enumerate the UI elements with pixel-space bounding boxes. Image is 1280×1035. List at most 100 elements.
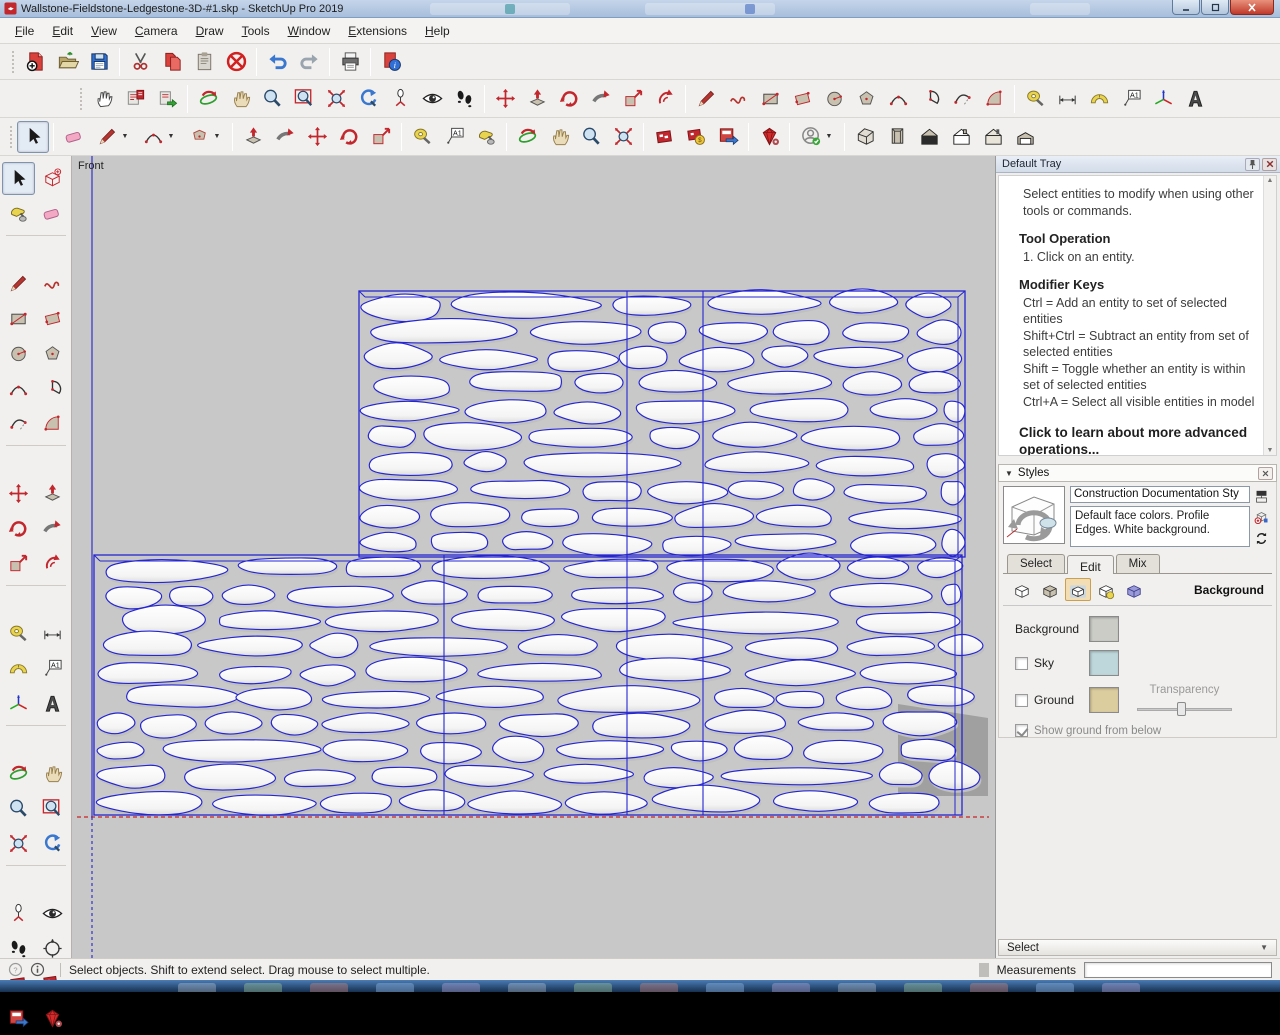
pan-button[interactable] [36,757,69,790]
line-button[interactable]: ▼ [90,121,136,153]
orbit-button[interactable] [192,83,224,115]
push-pull-button[interactable] [36,477,69,510]
text-button[interactable]: A1 [1115,83,1147,115]
style-name-input[interactable]: Construction Documentation Sty [1070,486,1250,503]
offset-button[interactable] [36,547,69,580]
update-style-icon[interactable] [1252,529,1271,547]
styles-panel-header[interactable]: ▼ Styles [998,464,1277,482]
viewport-canvas[interactable] [72,156,994,958]
offset-button[interactable] [649,83,681,115]
taskbar-app-icon[interactable] [1036,983,1074,992]
print-button[interactable] [334,46,366,78]
view-right-button[interactable] [945,121,977,153]
pan-button[interactable] [224,83,256,115]
ground-color-swatch[interactable] [1089,687,1119,713]
instructor-scrollbar[interactable]: ▲ ▼ [1263,176,1276,455]
watermark-settings-button[interactable] [1093,578,1119,601]
taskbar-app-icon[interactable] [838,983,876,992]
polygon-button[interactable] [36,337,69,370]
zoom-button[interactable] [256,83,288,115]
text-button[interactable]: A1 [438,121,470,153]
arc-3pt-button[interactable] [2,407,35,440]
select-collapsed-panel[interactable]: Select ▼ [998,939,1277,956]
toolbar-grip[interactable] [10,48,15,75]
move-button[interactable] [2,477,35,510]
delete-button[interactable] [220,46,252,78]
follow-me-button[interactable] [269,121,301,153]
3d-text-button[interactable] [36,687,69,720]
rotate-button[interactable] [2,512,35,545]
zoom-extents-button[interactable] [320,83,352,115]
scale-button[interactable] [617,83,649,115]
get-models-button[interactable]: $ [680,121,712,153]
background-color-swatch[interactable] [1089,616,1119,642]
scroll-up-icon[interactable]: ▲ [1267,177,1274,184]
zoom-extents-button[interactable] [2,827,35,860]
taskbar-app-icon[interactable] [376,983,414,992]
paint-bucket-button[interactable] [470,121,502,153]
tape-measure-button[interactable] [2,617,35,650]
dropdown-arrow-icon[interactable]: ▼ [212,133,222,140]
follow-me-button[interactable] [585,83,617,115]
zoom-window-button[interactable] [288,83,320,115]
taskbar-app-icon[interactable] [508,983,546,992]
style-description[interactable]: Default face colors. Profile Edges. Whit… [1070,506,1250,547]
pie-button[interactable] [36,372,69,405]
section-plane-button[interactable] [36,932,69,965]
styles-close-icon[interactable] [1258,466,1273,480]
zoom-previous-button[interactable] [36,827,69,860]
taskbar-app-icon[interactable] [574,983,612,992]
rotate-button[interactable] [333,121,365,153]
menu-extensions[interactable]: Extensions [339,20,416,42]
minimize-button[interactable] [1172,0,1200,15]
maximize-button[interactable] [1201,0,1229,15]
position-camera-button[interactable] [384,83,416,115]
view-top-button[interactable] [881,121,913,153]
arc-2pt-button[interactable] [2,372,35,405]
menu-tools[interactable]: Tools [233,20,279,42]
scroll-down-icon[interactable]: ▼ [1267,447,1274,454]
dimension-button[interactable] [36,617,69,650]
follow-me-button[interactable] [36,512,69,545]
pin-icon[interactable] [1245,157,1260,171]
paste-button[interactable] [188,46,220,78]
slider-thumb[interactable] [1176,702,1186,716]
rotate-button[interactable] [553,83,585,115]
move-button[interactable] [301,121,333,153]
text-button[interactable]: A1 [36,652,69,685]
tab-select[interactable]: Select [1007,554,1065,573]
shapes-button[interactable]: ▼ [182,121,228,153]
orbit-button[interactable] [2,757,35,790]
measurements-input[interactable] [1084,961,1272,978]
circle-button[interactable] [818,83,850,115]
zoom-extents-button[interactable] [607,121,639,153]
arc-filled-button[interactable] [978,83,1010,115]
menu-view[interactable]: View [82,20,126,42]
taskbar-app-icon[interactable] [178,983,216,992]
taskbar-app-icon[interactable] [970,983,1008,992]
interact-button[interactable] [87,83,119,115]
tray-close-icon[interactable] [1262,157,1277,171]
sky-checkbox[interactable] [1015,656,1028,670]
ground-checkbox[interactable] [1015,693,1028,707]
3d-text-button[interactable] [1179,83,1211,115]
line-button[interactable] [690,83,722,115]
tape-measure-button[interactable] [1019,83,1051,115]
ruby-console-button[interactable] [753,121,785,153]
zoom-window-button[interactable] [36,792,69,825]
orbit-button[interactable] [511,121,543,153]
make-component-button[interactable] [36,162,69,195]
taskbar-app-icon[interactable] [244,983,282,992]
tab-edit[interactable]: Edit [1066,555,1114,574]
transparency-slider[interactable] [1137,702,1232,716]
arc-3pt-button[interactable] [946,83,978,115]
collapse-triangle-icon[interactable]: ▼ [1005,469,1013,478]
toolbar-grip[interactable] [78,85,83,112]
select-button[interactable] [17,120,49,153]
sky-color-swatch[interactable] [1089,650,1119,676]
share-model-button[interactable] [648,121,680,153]
eraser-button[interactable] [36,197,69,230]
undo-button[interactable] [261,46,293,78]
extension-warehouse-button[interactable] [2,1002,35,1035]
windows-taskbar[interactable] [0,980,1280,992]
